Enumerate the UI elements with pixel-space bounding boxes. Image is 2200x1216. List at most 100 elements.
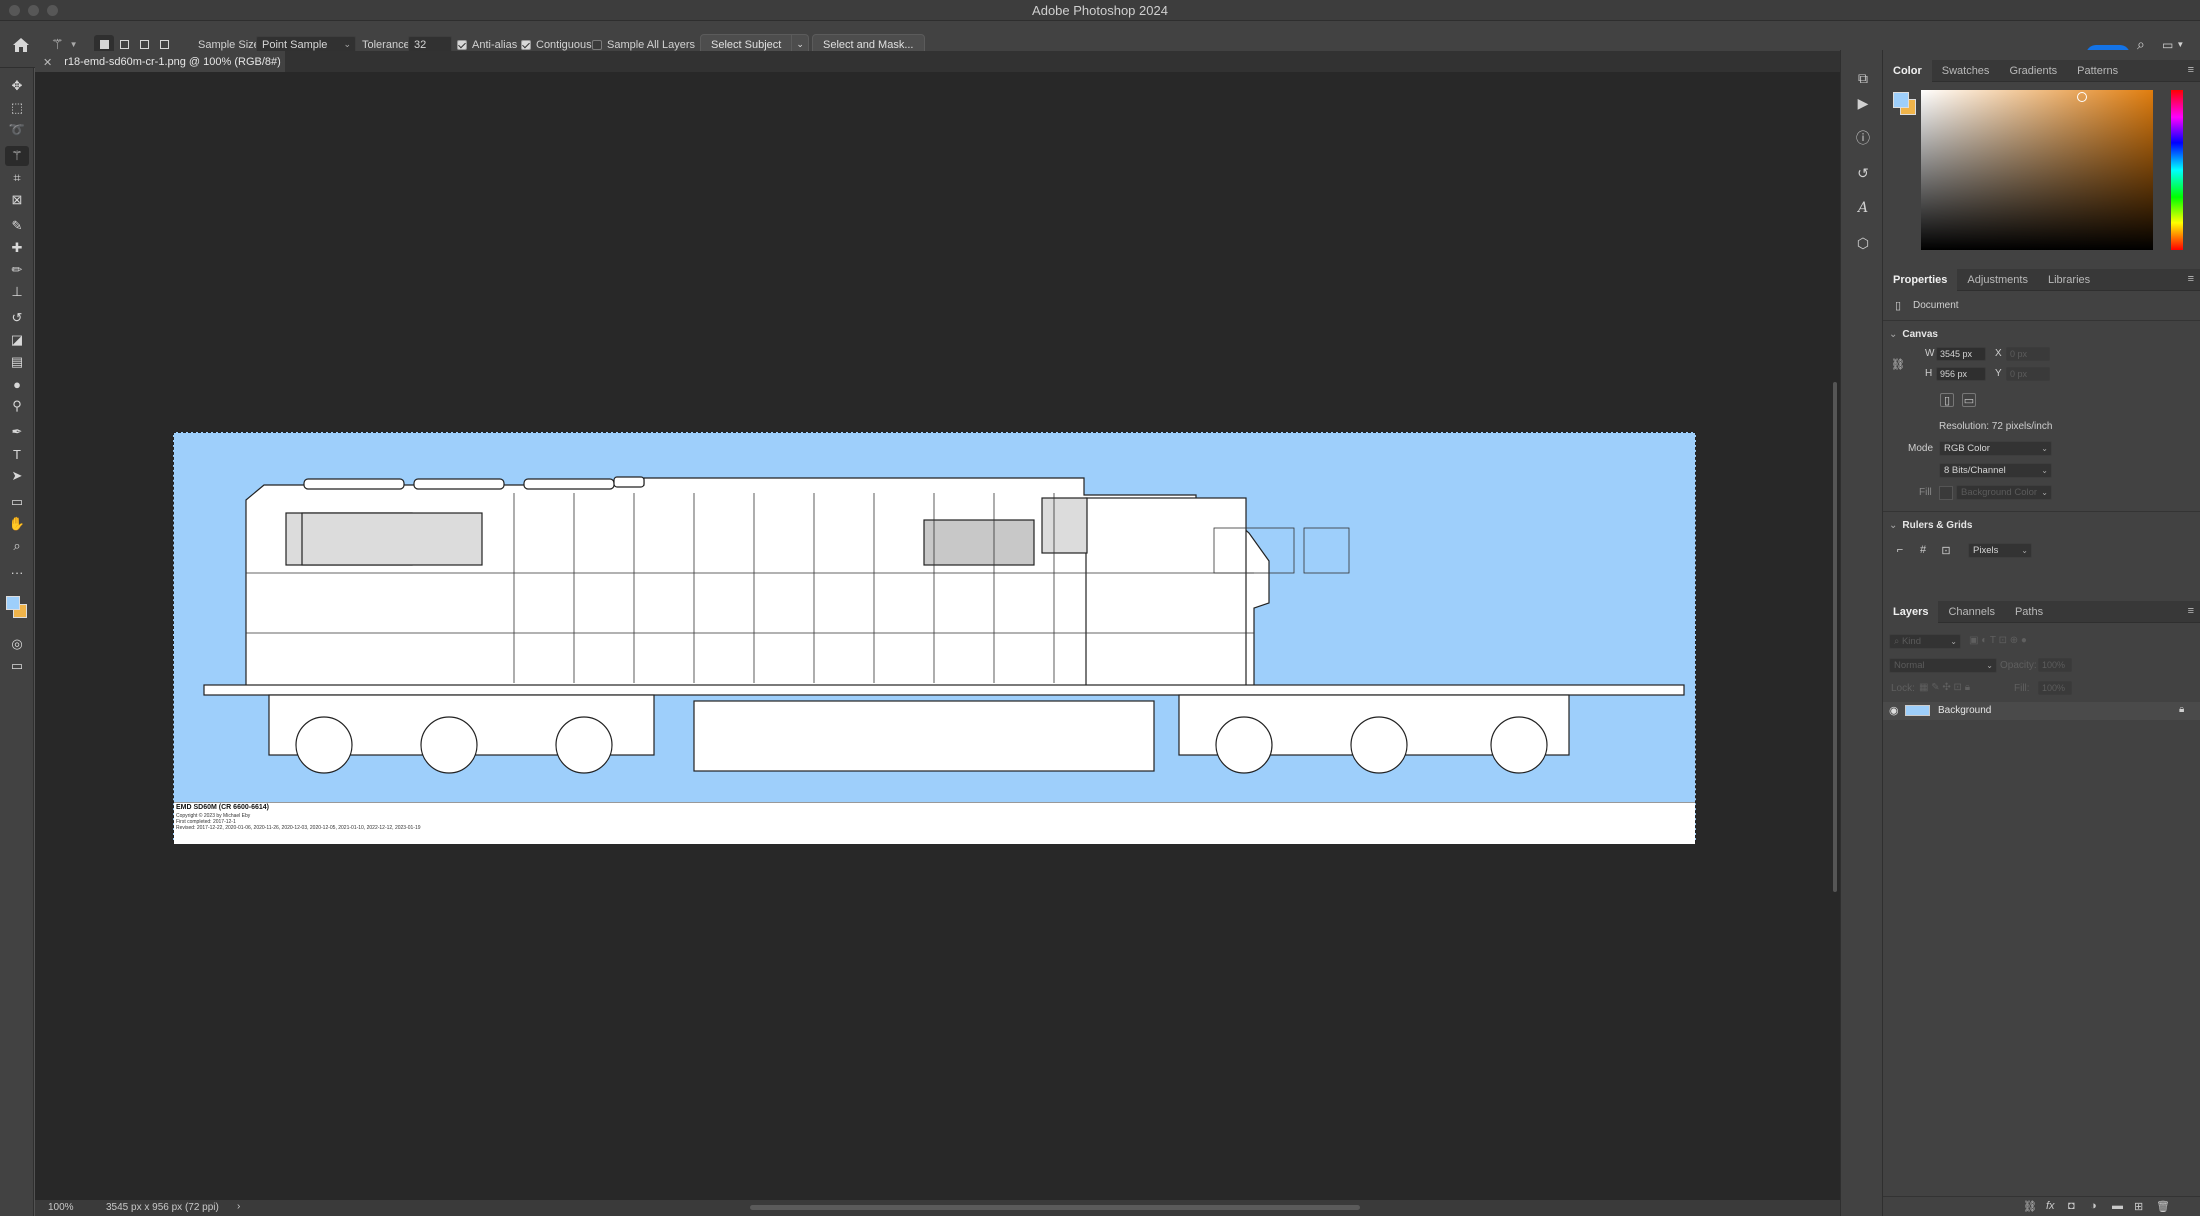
actions-panel-button[interactable]: ▶ — [1852, 93, 1874, 113]
move-tool[interactable]: ✥ — [5, 76, 29, 96]
fill-swatch[interactable] — [1939, 486, 1953, 500]
delete-layer-icon[interactable]: 🗑︎ — [2156, 1200, 2170, 1213]
toolbar-color-swatches[interactable] — [6, 596, 30, 622]
contiguous-checkbox[interactable] — [521, 39, 531, 50]
fill-opacity-field[interactable]: 100% — [2038, 681, 2072, 695]
magic-wand-tool[interactable]: ⚚ — [5, 146, 29, 166]
hand-tool[interactable]: ✋ — [5, 514, 29, 534]
healing-brush-tool[interactable]: ✚ — [5, 238, 29, 258]
tab-libraries[interactable]: Libraries — [2038, 269, 2100, 291]
home-button[interactable] — [12, 21, 30, 68]
zoom-tool[interactable]: ⌕ — [5, 536, 29, 556]
document-info[interactable]: 3545 px x 956 px (72 ppi) — [106, 1202, 219, 1213]
adjustment-layer-icon[interactable]: ◑ — [2090, 1200, 2097, 1212]
toolbar-foreground-color[interactable] — [6, 596, 20, 610]
hue-slider[interactable] — [2171, 90, 2183, 250]
panel-menu-icon[interactable]: ≡ — [2188, 273, 2194, 285]
document-image[interactable]: EMD SD60M (CR 6600-6614) Copyright © 202… — [173, 432, 1696, 844]
height-field[interactable]: 956 px — [1936, 367, 1986, 381]
vertical-scroll-thumb[interactable] — [1833, 382, 1837, 892]
info-icon: ⓘ — [1856, 130, 1870, 146]
lock-icons[interactable]: ▦ ✎ ✣ ⊡ 🔒︎ — [1919, 682, 1970, 693]
width-field[interactable]: 3545 px — [1936, 347, 1986, 361]
tab-gradients[interactable]: Gradients — [1999, 60, 2067, 82]
add-mask-icon[interactable]: ◘ — [2068, 1200, 2075, 1212]
gradient-tool[interactable]: ▤ — [5, 352, 29, 372]
document-tab[interactable]: ✕ r18-emd-sd60m-cr-1.png @ 100% (RGB/8#) — [35, 51, 285, 73]
mode-dropdown[interactable]: RGB Color ⌄ — [1939, 441, 2052, 456]
brush-tool[interactable]: ✏ — [5, 260, 29, 280]
portrait-orientation-icon[interactable]: ▯ — [1940, 393, 1954, 407]
fill-value: Background Color — [1961, 487, 2038, 498]
character-panel-button[interactable]: A — [1852, 198, 1874, 218]
link-layers-icon[interactable]: ⛓ — [2023, 1200, 2037, 1213]
bit-depth-dropdown[interactable]: 8 Bits/Channel ⌄ — [1939, 463, 2052, 478]
eyedropper-tool[interactable]: ✎ — [5, 216, 29, 236]
tab-patterns[interactable]: Patterns — [2067, 60, 2128, 82]
zoom-level[interactable]: 100% — [48, 1202, 74, 1213]
rectangle-tool[interactable]: ▭ — [5, 492, 29, 512]
canvas-section-header[interactable]: ⌄ Canvas — [1889, 329, 1938, 340]
brush-settings-button[interactable]: ↺ — [1852, 163, 1874, 183]
vertical-scrollbar[interactable] — [1830, 72, 1840, 1200]
fx-icon[interactable]: fx — [2046, 1200, 2055, 1212]
tab-swatches[interactable]: Swatches — [1932, 60, 2000, 82]
new-layer-icon[interactable]: ⊞ — [2134, 1200, 2143, 1213]
panel-menu-icon[interactable]: ≡ — [2188, 64, 2194, 76]
units-dropdown[interactable]: Pixels ⌄ — [1968, 543, 2032, 558]
tab-adjustments[interactable]: Adjustments — [1957, 269, 2038, 291]
type-tool[interactable]: T — [5, 444, 29, 464]
frame-tool[interactable]: ⊠ — [5, 190, 29, 210]
ruler-icon[interactable]: ⌐ — [1893, 543, 1907, 557]
pen-tool[interactable]: ✒ — [5, 422, 29, 442]
grid-icon[interactable]: # — [1916, 543, 1930, 557]
new-group-icon[interactable]: ▬ — [2112, 1200, 2123, 1212]
anti-alias-checkbox[interactable] — [457, 39, 467, 50]
panel-menu-icon[interactable]: ≡ — [2188, 605, 2194, 617]
status-menu-arrow[interactable]: › — [237, 1201, 240, 1212]
foreground-color-swatch[interactable] — [1893, 92, 1909, 108]
history-panel-button[interactable]: ⧉ — [1852, 68, 1874, 88]
link-dimensions-icon[interactable]: ⛓ — [1891, 357, 1905, 371]
eraser-tool[interactable]: ◪ — [5, 330, 29, 350]
color-picker-cursor[interactable] — [2077, 92, 2087, 102]
screen-mode-button[interactable]: ▭ — [5, 656, 29, 676]
lasso-tool[interactable]: ➰ — [5, 120, 29, 140]
info-panel-button[interactable]: ⓘ — [1852, 128, 1874, 148]
tab-properties[interactable]: Properties — [1883, 268, 1958, 291]
color-picker-field[interactable] — [1921, 90, 2153, 250]
more-tools[interactable]: ··· — [5, 562, 29, 582]
sample-all-layers-checkbox[interactable] — [592, 39, 602, 50]
tab-layers[interactable]: Layers — [1883, 600, 1939, 623]
lock-icon[interactable]: 🔒︎ — [2179, 704, 2184, 715]
guides-icon[interactable]: ⊡ — [1939, 543, 1953, 557]
close-icon[interactable]: ✕ — [43, 56, 52, 69]
3d-panel-button[interactable]: ⬡ — [1852, 233, 1874, 253]
y-field[interactable]: 0 px — [2006, 367, 2050, 381]
layer-kind-filter[interactable]: ⌕ Kind ⌄ — [1889, 634, 1961, 649]
path-selection-tool[interactable]: ➤ — [5, 466, 29, 486]
chevron-down-icon: ⌄ — [2041, 488, 2048, 497]
dodge-tool[interactable]: ⚲ — [5, 396, 29, 416]
blend-mode-dropdown[interactable]: Normal ⌄ — [1889, 658, 1997, 673]
visibility-eye-icon[interactable]: ◉ — [1889, 704, 1899, 717]
chevron-down-icon: ⌄ — [343, 38, 351, 49]
quick-mask-button[interactable]: ◎ — [5, 634, 29, 654]
fill-dropdown[interactable]: Background Color ⌄ — [1956, 485, 2052, 500]
crop-tool[interactable]: ⌗ — [5, 168, 29, 188]
tab-color[interactable]: Color — [1883, 59, 1932, 82]
horizontal-scroll-thumb[interactable] — [750, 1205, 1360, 1210]
landscape-orientation-icon[interactable]: ▭ — [1962, 393, 1976, 407]
rulers-grids-section-header[interactable]: ⌄ Rulers & Grids — [1889, 520, 1972, 531]
tab-channels[interactable]: Channels — [1938, 601, 2004, 623]
tab-paths[interactable]: Paths — [2005, 601, 2053, 623]
brush-settings-icon: ↺ — [1857, 164, 1869, 181]
blur-tool[interactable]: ● — [5, 374, 29, 394]
marquee-tool[interactable]: ⬚ — [5, 98, 29, 118]
history-brush-tool[interactable]: ↺ — [5, 308, 29, 328]
canvas-area[interactable]: EMD SD60M (CR 6600-6614) Copyright © 202… — [35, 72, 1840, 1200]
x-field[interactable]: 0 px — [2006, 347, 2050, 361]
opacity-field[interactable]: 100% — [2038, 658, 2072, 672]
clone-stamp-tool[interactable]: ⊥ — [5, 282, 29, 302]
layer-row[interactable]: ◉ Background 🔒︎ — [1883, 702, 2200, 720]
